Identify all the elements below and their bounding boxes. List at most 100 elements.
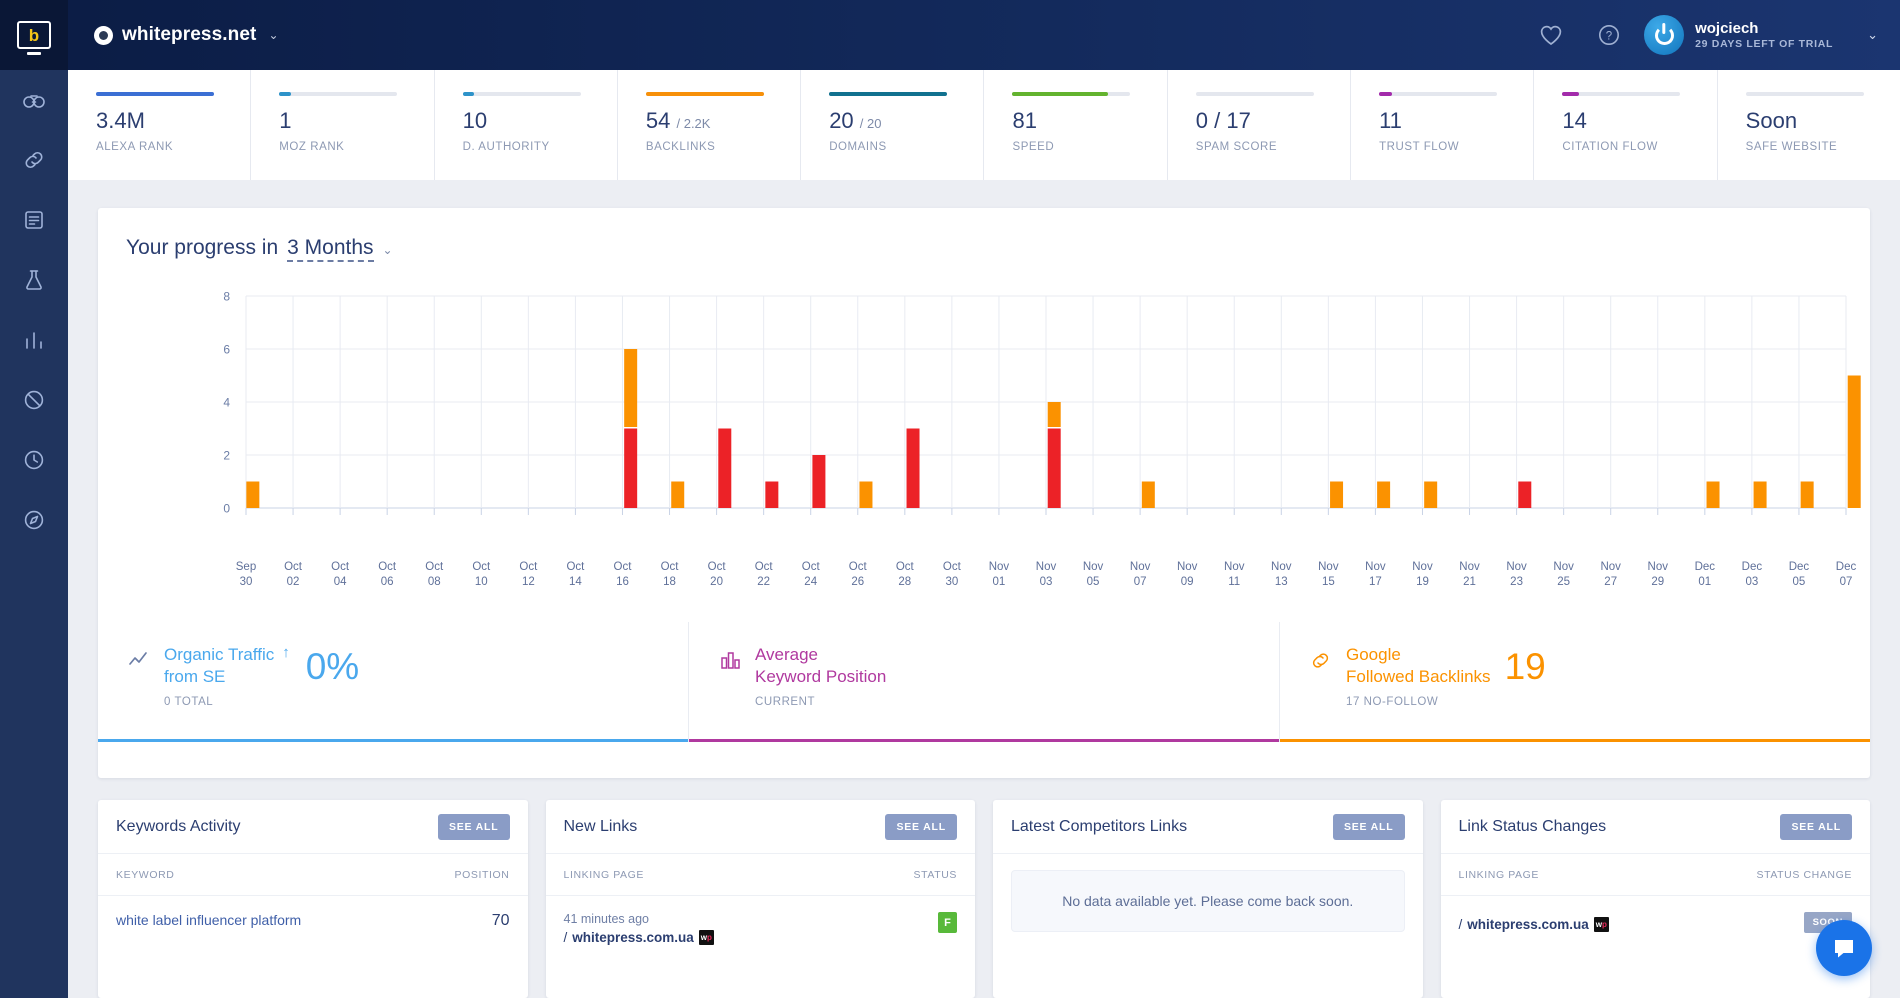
chart-x-tick: Nov 21 — [1459, 561, 1480, 588]
chart-bar-followed — [906, 428, 920, 508]
chart-bar-nofollow — [1847, 375, 1861, 508]
keyword-text[interactable]: white label influencer platform — [116, 912, 301, 928]
stat-label: MOZ RANK — [279, 141, 345, 153]
stat-card-moz-rank[interactable]: 1 MOZ RANK — [251, 70, 435, 180]
stat-card-safe-website[interactable]: Soon SAFE WEBSITE — [1718, 70, 1900, 180]
chat-launcher-button[interactable] — [1816, 920, 1872, 976]
see-all-button[interactable]: SEE ALL — [437, 813, 510, 840]
chart-bar-nofollow — [624, 349, 638, 427]
chart-x-tick: Nov 07 — [1129, 561, 1151, 588]
user-name: wojciech — [1695, 20, 1759, 38]
sidebar-item-explore[interactable] — [0, 490, 68, 550]
sidebar-item-analytics[interactable] — [0, 310, 68, 370]
chart-bar-nofollow — [1800, 481, 1814, 508]
see-all-button[interactable]: SEE ALL — [885, 813, 957, 840]
stat-card-backlinks[interactable]: 54 / 2.2K BACKLINKS — [618, 70, 802, 180]
metric-card-1[interactable]: Average Keyword Position CURRENT — [689, 622, 1280, 742]
chart-x-tick: Dec 05 — [1788, 561, 1810, 588]
chart-x-tick: Nov 09 — [1176, 561, 1198, 588]
stat-card-domains[interactable]: 20 / 20 DOMAINS — [801, 70, 985, 180]
metric-title: Google Followed Backlinks — [1346, 645, 1491, 686]
link-url[interactable]: / whitepress.com.ua w p — [564, 930, 714, 945]
chart-bar-nofollow — [671, 481, 685, 508]
svg-text:0: 0 — [223, 502, 230, 516]
stat-card-speed[interactable]: 81 SPEED — [984, 70, 1168, 180]
table-row[interactable]: white label influencer platform 70 — [98, 896, 528, 930]
stat-label: TRUST FLOW — [1379, 141, 1460, 153]
stat-progress-fill — [279, 92, 292, 96]
favorites-button[interactable] — [1522, 0, 1580, 70]
range-selector[interactable]: 3 Months — [287, 236, 374, 262]
clock-icon — [24, 450, 44, 470]
stat-card-citation-flow[interactable]: 14 CITATION FLOW — [1534, 70, 1718, 180]
chart-x-tick: Oct 24 — [801, 561, 820, 588]
panel-header: Link Status Changes SEE ALL — [1440, 800, 1870, 854]
site-favicon-icon: wp — [698, 930, 714, 945]
stat-value: 11 — [1379, 108, 1402, 133]
chart-bar-nofollow — [859, 481, 873, 508]
chart-bar-followed — [812, 455, 826, 508]
chart-x-tick: Nov 29 — [1647, 561, 1668, 588]
chart-x-tick: Dec 03 — [1741, 561, 1763, 588]
sidebar-item-history[interactable] — [0, 430, 68, 490]
sidebar-item-lab[interactable] — [0, 250, 68, 310]
stat-value: 81 — [1012, 108, 1037, 133]
svg-text:2: 2 — [223, 449, 230, 463]
stat-progress-track — [1562, 92, 1681, 96]
chart-x-tick: Oct 20 — [707, 561, 726, 588]
flask-icon — [26, 270, 42, 290]
stat-value: 14 — [1562, 108, 1587, 133]
stat-card-trust-flow[interactable]: 11 TRUST FLOW — [1351, 70, 1535, 180]
sidebar-item-disavow[interactable] — [0, 370, 68, 430]
table-row[interactable]: / whitepress.com.ua w p SOON — [1441, 896, 1871, 933]
chevron-down-icon[interactable]: ⌄ — [383, 243, 393, 257]
user-menu[interactable]: wojciech 29 DAYS LEFT OF TRIAL — [1695, 20, 1833, 49]
sidebar-item-overview[interactable] — [0, 70, 68, 130]
chevron-down-icon[interactable]: ⌄ — [1867, 27, 1878, 43]
chart-x-tick: Dec 07 — [1835, 561, 1857, 588]
stat-card-d-authority[interactable]: 10 D. AUTHORITY — [435, 70, 618, 180]
chevron-down-icon: ⌄ — [268, 28, 279, 42]
sidebar-rail — [0, 70, 68, 998]
table-row[interactable]: 41 minutes ago / whitepress.com.ua w p F — [546, 896, 976, 945]
metric-rule — [1280, 739, 1870, 742]
stat-value: 0 / 17 — [1195, 108, 1251, 133]
panel-column-headers: KEYWORD POSITION — [98, 854, 528, 896]
stat-card-alexa-rank[interactable]: 3.4M ALEXA RANK — [68, 70, 252, 180]
progress-title-text: Your progress in — [126, 236, 279, 259]
svg-text:4: 4 — [223, 396, 230, 410]
column-header-1: KEYWORD — [116, 868, 175, 881]
svg-text:?: ? — [1606, 30, 1612, 42]
avatar[interactable] — [1644, 15, 1685, 55]
stat-progress-track — [279, 92, 398, 96]
see-all-button[interactable]: SEE ALL — [1780, 813, 1852, 840]
column-header-2: STATUS — [913, 868, 957, 881]
sidebar-item-links[interactable] — [0, 130, 68, 190]
chart-x-tick: Nov 17 — [1365, 561, 1386, 588]
sidebar-item-reports[interactable] — [0, 190, 68, 250]
link-url[interactable]: / whitepress.com.ua w p — [1459, 917, 1609, 932]
see-all-button[interactable]: SEE ALL — [1332, 813, 1405, 840]
top-bar-actions: ? wojciech 29 DAYS LEFT OF TRIAL ⌄ — [1522, 0, 1900, 70]
chart-bar-followed — [765, 481, 779, 508]
app-logo[interactable]: b — [0, 0, 68, 70]
panel-header: New Links SEE ALL — [545, 800, 975, 854]
panel-link-status-changes: Link Status Changes SEE ALL LINKING PAGE ST… — [1440, 800, 1871, 998]
chart-x-tick: Oct 28 — [895, 561, 914, 588]
chart-x-tick: Nov 01 — [988, 561, 1010, 588]
metric-card-2[interactable]: Google Followed Backlinks 17 NO-FOLLOW 19 — [1280, 622, 1870, 742]
stat-label: SPEED — [1012, 141, 1055, 153]
top-bar: b whitepress.net ⌄ ? wojciech 29 DAYS LE… — [0, 0, 1900, 70]
chart-bar-followed — [1047, 428, 1061, 508]
compass-icon — [24, 510, 44, 530]
stat-label: D. AUTHORITY — [462, 141, 550, 153]
panel-column-headers: LINKING PAGE STATUS — [545, 854, 975, 896]
metric-card-0[interactable]: Organic Traffic from SE 0 TOTAL ↑ 0% — [98, 622, 689, 742]
site-selector[interactable]: whitepress.net ⌄ — [94, 24, 279, 46]
chart-x-tick: Nov 11 — [1224, 561, 1245, 588]
stat-card-spam-score[interactable]: 0 / 17 SPAM SCORE — [1168, 70, 1352, 180]
help-button[interactable]: ? — [1580, 0, 1638, 70]
metric-subtitle: 0 TOTAL — [164, 695, 214, 708]
progress-card: Your progress in 3 Months ⌄ 0 2 4 6 8 Sep 30 O… — [98, 208, 1870, 778]
stat-progress-track — [96, 92, 214, 96]
